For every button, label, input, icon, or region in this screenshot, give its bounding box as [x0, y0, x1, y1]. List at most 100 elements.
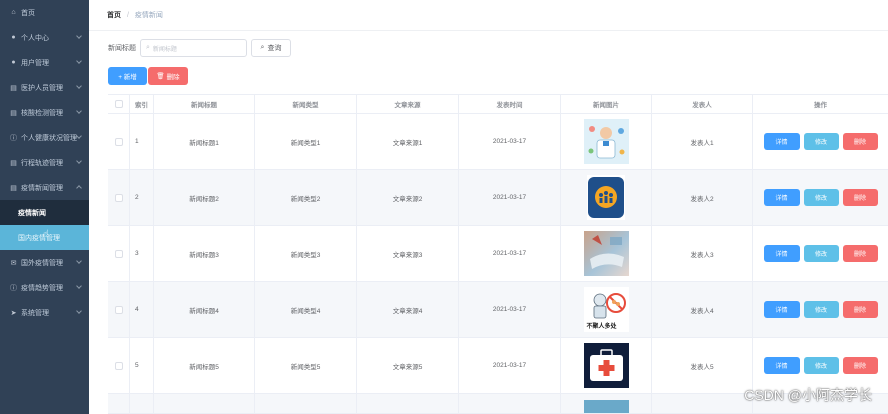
delete-button[interactable]: 删除 — [842, 189, 878, 206]
edit-button[interactable]: 修改 — [803, 245, 839, 262]
table-row: 1 新闻标题1 新闻类型1 文章来源1 2021-03-17 发表人1 详情 修… — [108, 114, 888, 170]
header-operations: 操作 — [814, 102, 827, 109]
cell-source: 文章来源4 — [357, 282, 459, 337]
sidebar-item-medical-staff[interactable]: ▤ 医护人员管理 — [0, 75, 89, 100]
sidebar-subitem-news[interactable]: 疫情新闻 — [0, 200, 89, 225]
cell-time: 2021-03-17 — [459, 338, 561, 393]
breadcrumb-home[interactable]: 首页 — [107, 12, 121, 19]
cell-image — [561, 394, 652, 413]
sidebar-item-nucleic-test[interactable]: ▤ 核酸检测管理 — [0, 100, 89, 125]
cell-image — [561, 170, 652, 225]
sidebar-item-profile[interactable]: ● 个人中心 — [0, 25, 89, 50]
trash-icon: 🗑 — [156, 73, 165, 80]
edit-button[interactable]: 修改 — [803, 357, 839, 374]
watermark: CSDN @小阿杰学长 — [744, 387, 872, 403]
sidebar-item-users[interactable]: ● 用户管理 — [0, 50, 89, 75]
sidebar-item-label: 医护人员管理 — [21, 84, 63, 92]
sidebar-item-label: 疫情新闻 — [18, 209, 46, 217]
cell-image — [561, 226, 652, 281]
select-all-checkbox[interactable] — [114, 100, 123, 108]
cell-author: 发表人4 — [652, 282, 753, 337]
row-checkbox[interactable] — [114, 137, 123, 146]
hand-cursor-icon: ☝ — [43, 229, 50, 240]
cell-time — [459, 394, 561, 413]
delete-button[interactable]: 删除 — [842, 357, 878, 374]
sidebar-item-itinerary[interactable]: ▤ 行程轨迹管理 — [0, 150, 89, 175]
detail-button[interactable]: 详情 — [763, 245, 800, 262]
sidebar: ⌂ 首页 ● 个人中心 ● 用户管理 ▤ 医护人员管理 ▤ 核酸检测管理 ⓘ 个… — [0, 0, 89, 414]
news-thumbnail-no-gathering[interactable]: 不聚人多处 — [583, 287, 629, 332]
breadcrumb: 首页 / 疫情新闻 — [107, 10, 163, 20]
cell-source — [357, 394, 459, 413]
delete-button[interactable]: 删除 — [842, 245, 878, 262]
cell-source: 文章来源5 — [357, 338, 459, 393]
cell-time: 2021-03-17 — [459, 226, 561, 281]
chevron-down-icon — [76, 308, 82, 314]
chevron-up-icon — [76, 185, 82, 191]
delete-button[interactable]: 删除 — [842, 301, 878, 318]
sidebar-item-label: 用户管理 — [21, 59, 49, 67]
send-icon: ➤ — [10, 309, 17, 317]
detail-button[interactable]: 详情 — [763, 133, 800, 150]
cell-type: 新闻类型1 — [255, 114, 357, 169]
chevron-down-icon — [76, 33, 82, 39]
cell-image: 不聚人多处 — [561, 282, 652, 337]
chevron-down-icon — [76, 108, 82, 114]
news-thumbnail-mask[interactable] — [583, 231, 629, 276]
cell-author: 发表人1 — [652, 114, 753, 169]
chevron-down-icon — [76, 258, 82, 264]
detail-button[interactable]: 详情 — [763, 301, 800, 318]
sidebar-item-health-status[interactable]: ⓘ 个人健康状况管理 — [0, 125, 89, 150]
row-checkbox[interactable] — [114, 361, 123, 370]
cell-operations: 详情 修改 删除 — [753, 170, 888, 225]
edit-button[interactable]: 修改 — [803, 301, 839, 318]
add-button[interactable]: + 新增 — [108, 67, 147, 85]
row-checkbox[interactable] — [114, 305, 123, 314]
detail-button[interactable]: 详情 — [763, 357, 800, 374]
cell-title: 新闻标题3 — [154, 226, 255, 281]
edit-button[interactable]: 修改 — [803, 189, 839, 206]
row-checkbox-cell — [108, 114, 130, 169]
delete-button[interactable]: 删除 — [842, 133, 878, 150]
table-row: 2 新闻标题2 新闻类型2 文章来源2 2021-03-17 发表人2 详情 修… — [108, 170, 888, 226]
news-table: 索引 新闻标题 新闻类型 文章来源 发表时间 新闻图片 发表人 操作 1 新闻标… — [108, 94, 888, 414]
edit-button[interactable]: 修改 — [803, 133, 839, 150]
news-thumbnail-partial — [583, 399, 629, 413]
table-row: 4 新闻标题4 新闻类型4 文章来源4 2021-03-17 不聚人多处 发表人… — [108, 282, 888, 338]
cell-type — [255, 394, 357, 413]
sidebar-item-system[interactable]: ➤ 系统管理 — [0, 300, 89, 325]
cell-index: 3 — [130, 226, 154, 281]
sidebar-item-home[interactable]: ⌂ 首页 — [0, 0, 89, 25]
cell-operations: 详情 修改 删除 — [753, 282, 888, 337]
document-icon: ▤ — [10, 159, 17, 167]
sidebar-item-label: 首页 — [21, 9, 35, 17]
sidebar-item-label: 核酸检测管理 — [21, 109, 63, 117]
sidebar-item-news[interactable]: ▤ 疫情新闻管理 — [0, 175, 89, 200]
row-checkbox-cell — [108, 170, 130, 225]
query-button[interactable]: ⌕ 查询 — [251, 39, 291, 57]
sidebar-item-foreign[interactable]: ✉ 国外疫情管理 — [0, 250, 89, 275]
batch-delete-button[interactable]: 🗑 删除 — [148, 67, 188, 85]
divider — [89, 30, 888, 31]
row-checkbox[interactable] — [114, 193, 123, 202]
news-thumbnail-medical[interactable] — [583, 119, 629, 164]
header-time: 发表时间 — [459, 95, 561, 113]
header-author: 发表人 — [652, 95, 753, 113]
header-title: 新闻标题 — [154, 95, 255, 113]
sidebar-item-trend[interactable]: ⓘ 疫情趋势管理 — [0, 275, 89, 300]
header-source: 文章来源 — [357, 95, 459, 113]
breadcrumb-current: 疫情新闻 — [134, 12, 163, 19]
news-thumbnail-logo[interactable] — [587, 175, 625, 220]
news-thumbnail-first-aid[interactable] — [583, 343, 629, 388]
detail-button[interactable]: 详情 — [763, 189, 800, 206]
row-checkbox-cell — [108, 282, 130, 337]
row-checkbox[interactable] — [114, 249, 123, 258]
chevron-down-icon — [76, 283, 82, 289]
info-icon: ⓘ — [10, 134, 17, 142]
row-checkbox-cell — [108, 338, 130, 393]
cell-time: 2021-03-17 — [459, 170, 561, 225]
search-input[interactable]: ⌕ 新闻标题 — [140, 39, 247, 57]
cell-type: 新闻类型5 — [255, 338, 357, 393]
cell-time: 2021-03-17 — [459, 114, 561, 169]
header-type: 新闻类型 — [255, 95, 357, 113]
